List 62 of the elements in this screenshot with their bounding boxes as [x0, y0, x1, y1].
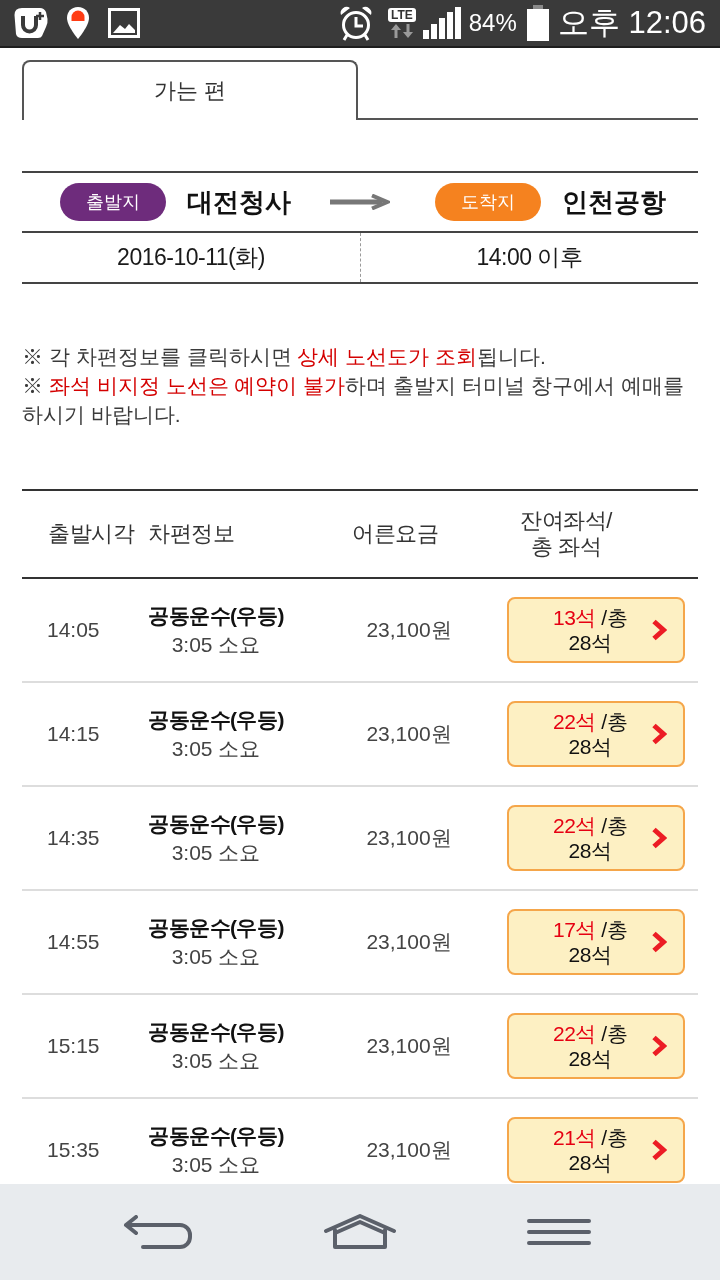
- column-header: 출발시각: [47, 521, 136, 547]
- chevron-right-icon: [651, 619, 667, 641]
- arrival-badge: 도착지: [435, 183, 541, 221]
- adult-fare: 23,100원: [365, 721, 453, 747]
- departure-time: 15:15: [46, 1034, 101, 1058]
- clock-time: 오후 12:06: [557, 4, 706, 42]
- chevron-right-icon: [651, 723, 667, 745]
- arrow-right-icon: [330, 194, 390, 210]
- chevron-right-icon: [651, 931, 667, 953]
- adult-fare: 23,100원: [365, 617, 453, 643]
- network-type: LTE: [387, 8, 416, 22]
- departure-time: 14:55: [46, 930, 101, 954]
- notice-text: ※ 좌석 비지정 노선은 예약이 불가하며 출발지 터미널 창구에서 예매를 하시기 바랍니다.: [22, 373, 685, 428]
- trip-duration: 3:05 소요: [171, 944, 261, 970]
- departure-time: 15:35: [46, 1138, 101, 1162]
- location-pin-icon: [66, 6, 90, 40]
- departure-badge: 출발지: [60, 183, 166, 221]
- departure-time: 14:15: [46, 722, 101, 746]
- bus-operator[interactable]: 공동운수(우등): [148, 705, 284, 735]
- adult-fare: 23,100원: [365, 1033, 453, 1059]
- back-icon[interactable]: [123, 1215, 193, 1249]
- bus-operator[interactable]: 공동운수(우등): [148, 809, 284, 839]
- column-header: 잔여좌석/ 총 좌석: [519, 508, 614, 560]
- battery-icon: [526, 5, 549, 41]
- seat-availability-button[interactable]: 21석 /총 28석: [507, 1117, 685, 1183]
- adult-fare: 23,100원: [365, 929, 453, 955]
- trip-duration: 3:05 소요: [171, 1048, 261, 1074]
- home-icon[interactable]: [323, 1214, 397, 1250]
- data-arrows-icon: [389, 24, 414, 38]
- trip-duration: 3:05 소요: [171, 840, 261, 866]
- tab[interactable]: 가는 편: [22, 60, 358, 120]
- chevron-right-icon: [651, 1139, 667, 1161]
- battery-percentage: 84%: [468, 9, 517, 37]
- menu-icon[interactable]: [527, 1218, 591, 1246]
- column-header: 어른요금: [351, 521, 439, 547]
- departure-time-filter: 14:00 이후: [475, 243, 584, 272]
- seat-availability-button[interactable]: 17석 /총 28석: [507, 909, 685, 975]
- trip-duration: 3:05 소요: [171, 736, 261, 762]
- column-header: 차편정보: [147, 521, 235, 547]
- seat-availability-button[interactable]: 22석 /총 28석: [507, 701, 685, 767]
- seat-availability-button[interactable]: 22석 /총 28석: [507, 805, 685, 871]
- trip-duration: 3:05 소요: [171, 1152, 261, 1178]
- departure-time: 14:05: [46, 618, 101, 642]
- arrival-place: 인천공항: [562, 185, 666, 219]
- bus-operator[interactable]: 공동운수(우등): [148, 601, 284, 631]
- departure-place: 대전청사: [187, 185, 291, 219]
- bus-operator[interactable]: 공동운수(우등): [148, 1017, 284, 1047]
- notice-text: ※ 각 차편정보를 클릭하시면 상세 노선도가 조회 됩니다.: [22, 344, 547, 370]
- chevron-right-icon: [651, 1035, 667, 1057]
- seat-availability-button[interactable]: 13석 /총 28석: [507, 597, 685, 663]
- seat-availability-button[interactable]: 22석 /총 28석: [507, 1013, 685, 1079]
- travel-date: 2016-10-11(화): [22, 233, 361, 282]
- signal-icon: [422, 7, 461, 39]
- adult-fare: 23,100원: [365, 1137, 453, 1163]
- logo-icon: [14, 7, 48, 39]
- departure-time: 14:35: [46, 826, 101, 850]
- adult-fare: 23,100원: [365, 825, 453, 851]
- chevron-right-icon: [651, 827, 667, 849]
- bus-operator[interactable]: 공동운수(우등): [148, 913, 284, 943]
- image-icon: [108, 8, 140, 38]
- trip-duration: 3:05 소요: [171, 632, 261, 658]
- bus-operator[interactable]: 공동운수(우등): [148, 1121, 284, 1151]
